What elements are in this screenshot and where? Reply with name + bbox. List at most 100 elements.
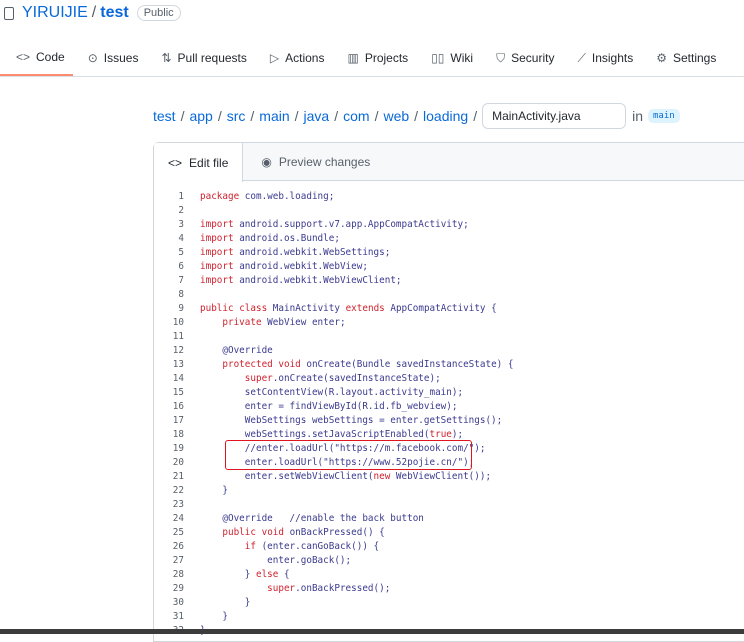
tab-actions[interactable]: ▷ Actions [262,40,333,76]
line-text: public void onBackPressed() { [222,527,385,538]
graph-icon: ⟋ [577,50,586,65]
line-number: 13 [172,359,184,370]
highlight-box [225,440,472,470]
line-number: 23 [172,499,184,510]
shield-icon: ⛉ [496,50,506,65]
line-number: 25 [172,527,184,538]
line-text: protected void onCreate(Bundle savedInst… [222,359,514,370]
tab-edit-file[interactable]: <> Edit file [154,143,244,182]
breadcrumb-link[interactable]: test [153,108,176,124]
line-text: import android.webkit.WebViewClient; [200,275,402,286]
filename-input[interactable]: MainActivity.java [482,103,627,129]
line-text: import android.os.Bundle; [200,233,340,244]
breadcrumb-link[interactable]: app [189,108,212,124]
line-text: super.onBackPressed(); [267,583,391,594]
breadcrumb-link[interactable]: loading [423,108,468,124]
code-line: 12 @Override [154,344,513,358]
separator: / [414,108,419,124]
line-number: 6 [178,261,184,272]
code-line: 26 if (enter.canGoBack()) { [154,540,513,554]
line-text: import android.webkit.WebSettings; [200,247,391,258]
eye-icon: ◉ [261,155,272,169]
tab-wiki[interactable]: ▯▯ Wiki [423,40,481,76]
repo-owner-link[interactable]: YIRUIJIE [22,4,88,22]
line-number: 30 [172,597,184,608]
gear-icon: ⚙ [656,51,667,65]
line-text: if (enter.canGoBack()) { [244,541,380,552]
code-line: 2 [154,204,513,218]
line-number: 4 [178,233,184,244]
code-line: 15 setContentView(R.layout.activity_main… [154,386,513,400]
tab-preview-changes[interactable]: ◉ Preview changes [243,143,384,181]
line-text: import android.webkit.WebView; [200,261,368,272]
nav-label: Issues [103,51,139,65]
line-number: 1 [178,191,184,202]
repo-name-link[interactable]: test [100,4,128,22]
nav-label: Insights [591,51,634,65]
line-number: 26 [172,541,184,552]
code-line: 10 private WebView enter; [154,316,513,330]
code-line: 4 import android.os.Bundle; [154,232,513,246]
code-line: 8 [154,288,513,302]
code-line: 28 } else { [154,568,513,582]
tab-pull-requests[interactable]: ⇅ Pull requests [153,40,254,76]
code-line: 21 enter.setWebViewClient(new WebViewCli… [154,470,513,484]
branch-badge: main [647,109,680,123]
line-number: 27 [172,555,184,566]
code-line: 29 super.onBackPressed(); [154,582,513,596]
tab-code[interactable]: <> Code [0,40,73,76]
code-line: 31 } [154,610,513,624]
breadcrumb-link[interactable]: main [259,108,289,124]
code-line: 11 [154,330,513,344]
nav-label: Wiki [450,51,474,65]
tab-projects[interactable]: ▥ Projects [339,40,416,76]
line-number: 5 [178,247,184,258]
line-number: 21 [172,471,184,482]
code-line: 25 public void onBackPressed() { [154,526,513,540]
code-line: 7 import android.webkit.WebViewClient; [154,274,513,288]
horizontal-scrollbar[interactable] [0,629,744,634]
nav-label: Security [511,51,555,65]
line-text: enter = findViewById(R.id.fb_webview); [200,401,458,412]
code-line: 1 package com.web.loading; [154,190,513,204]
line-number: 28 [172,569,184,580]
breadcrumb-link[interactable]: web [383,108,409,124]
line-text: @Override //enable the back button [200,513,424,524]
line-number: 14 [172,373,184,384]
line-number: 10 [172,317,184,328]
code-line: 3 import android.support.v7.app.AppCompat… [154,218,513,232]
line-text: } [200,485,228,496]
tab-settings[interactable]: ⚙ Settings [648,40,724,76]
line-text: enter.goBack(); [200,555,352,566]
issue-icon: ⊙ [87,51,98,65]
line-text: package com.web.loading; [200,191,335,202]
breadcrumb-link[interactable]: com [343,108,369,124]
separator: / [294,108,299,124]
line-text: enter.setWebViewClient(new WebViewClient… [200,471,492,482]
breadcrumb-link[interactable]: src [227,108,246,124]
repo-header: YIRUIJIE / test Public [4,4,181,22]
line-text: super.onCreate(savedInstanceState); [244,373,441,384]
visibility-badge: Public [136,5,181,21]
tab-insights[interactable]: ⟋ Insights [569,40,641,76]
play-icon: ▷ [269,51,280,65]
separator: / [180,108,185,124]
code-icon: <> [168,155,183,170]
code-line: 17 WebSettings webSettings = enter.getSe… [154,414,513,428]
nav-label: Settings [672,51,717,65]
line-number: 17 [172,415,184,426]
nav-label: Projects [364,51,409,65]
tab-issues[interactable]: ⊙ Issues [80,40,147,76]
line-number: 7 [178,275,184,286]
line-number: 9 [178,303,184,314]
book-icon: ▯▯ [431,51,445,65]
line-number: 8 [178,289,184,300]
tab-security[interactable]: ⛉ Security [488,40,562,76]
line-text: } [200,597,251,608]
code-editor[interactable]: 1 package com.web.loading; 2 3 import androi… [154,190,514,638]
line-number: 24 [172,513,184,524]
nav-label: Pull requests [177,51,247,65]
code-line: 13 protected void onCreate(Bundle savedI… [154,358,514,372]
line-number: 12 [172,345,184,356]
breadcrumb-link[interactable]: java [304,108,330,124]
